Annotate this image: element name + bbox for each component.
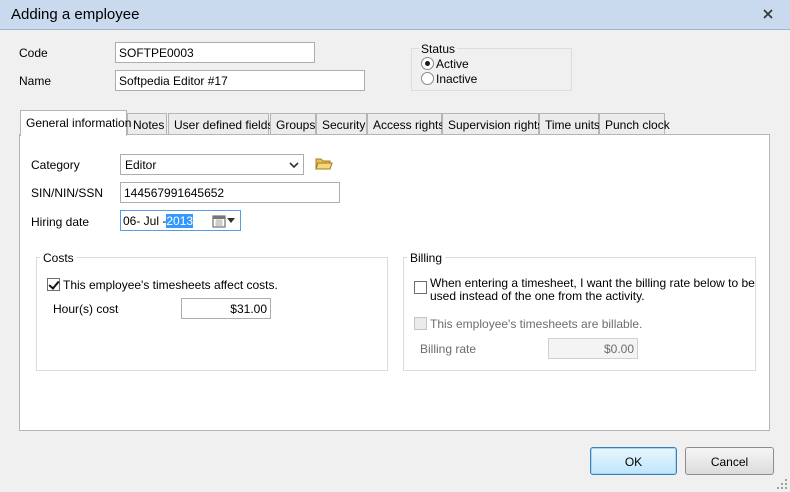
billable-checkbox[interactable] <box>414 317 427 330</box>
costs-group-title: Costs <box>40 251 77 265</box>
tab-notes[interactable]: Notes <box>127 113 167 135</box>
billing-override-label-line2[interactable]: used instead of the one from the activit… <box>430 289 645 303</box>
ok-button[interactable]: OK <box>590 447 677 475</box>
name-label: Name <box>19 74 52 88</box>
hiring-date-label: Hiring date <box>31 215 90 229</box>
cancel-button[interactable]: Cancel <box>685 447 774 475</box>
tab-punch-clock[interactable]: Punch clock <box>599 113 670 135</box>
category-value: Editor <box>125 158 157 172</box>
hiring-date-value: 06- Jul -2013 <box>123 214 194 228</box>
tab-access-rights[interactable]: Access rights <box>367 113 444 135</box>
code-input[interactable]: SOFTPE0003 <box>115 42 315 63</box>
affect-costs-checkbox[interactable] <box>47 278 60 291</box>
tab-user-defined-fields[interactable]: User defined fields <box>168 113 273 135</box>
code-label: Code <box>19 46 48 60</box>
tab-security[interactable]: Security <box>316 113 367 135</box>
tab-supervision-rights[interactable]: Supervision rights <box>442 113 543 135</box>
general-information-panel: Category Editor SIN/NIN/SSN 144567991645… <box>19 134 770 431</box>
hour-cost-input[interactable]: $31.00 <box>181 298 271 319</box>
tab-time-units[interactable]: Time units <box>539 113 600 135</box>
inactive-radio-label[interactable]: Inactive <box>436 72 477 86</box>
tab-general-information[interactable]: General information <box>20 110 131 136</box>
hiring-date-picker[interactable]: 06- Jul -2013 <box>120 210 241 231</box>
active-radio-label[interactable]: Active <box>436 57 469 71</box>
chevron-down-icon <box>289 162 299 169</box>
resize-grip-icon[interactable] <box>776 478 788 490</box>
billable-label: This employee's timesheets are billable. <box>430 317 643 331</box>
active-radio[interactable] <box>421 57 434 70</box>
close-icon[interactable] <box>760 6 776 22</box>
category-label: Category <box>31 158 80 172</box>
sin-input[interactable]: 144567991645652 <box>120 182 340 203</box>
billing-rate-label: Billing rate <box>420 342 477 356</box>
date-dropdown-arrow-icon[interactable] <box>227 218 235 223</box>
window-title: Adding a employee <box>11 6 140 23</box>
calendar-icon[interactable] <box>212 214 226 228</box>
billing-rate-input: $0.00 <box>548 338 638 359</box>
billing-group-title: Billing <box>407 251 446 265</box>
hour-cost-label: Hour(s) cost <box>53 302 119 316</box>
title-bar: Adding a employee <box>0 0 790 30</box>
hiring-date-day-month: 06- Jul - <box>123 214 167 228</box>
dialog-body: Code SOFTPE0003 Name Softpedia Editor #1… <box>0 30 790 492</box>
billing-override-label-line1[interactable]: When entering a timesheet, I want the bi… <box>430 276 755 290</box>
open-folder-icon[interactable] <box>315 155 333 171</box>
inactive-radio[interactable] <box>421 72 434 85</box>
category-select[interactable]: Editor <box>120 154 304 175</box>
hiring-date-year: 2013 <box>166 214 194 228</box>
billing-override-checkbox[interactable] <box>414 281 427 294</box>
name-input[interactable]: Softpedia Editor #17 <box>115 70 365 91</box>
sin-label: SIN/NIN/SSN <box>31 186 104 200</box>
status-group-title: Status <box>419 42 458 56</box>
affect-costs-label[interactable]: This employee's timesheets affect costs. <box>63 278 278 292</box>
tab-groups[interactable]: Groups <box>270 113 316 135</box>
